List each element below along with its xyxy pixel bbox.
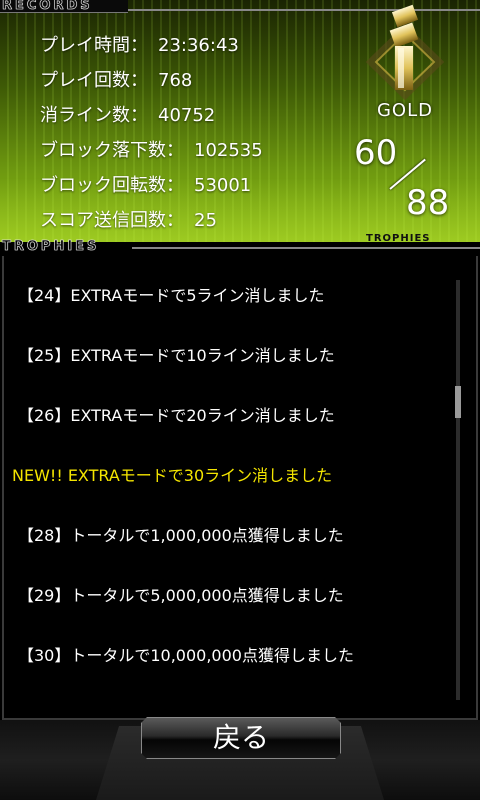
stat-play-count: プレイ回数： 768	[40, 63, 263, 98]
stat-value: 23:36:43	[158, 35, 239, 56]
trophies-earned-count: 60	[354, 133, 398, 173]
trophy-item: 【25】EXTRAモードで10ライン消しました	[18, 346, 335, 365]
back-button[interactable]: 戻る	[141, 717, 341, 759]
records-section-title: RECORDS	[2, 0, 93, 13]
trophies-total-count: 88	[406, 183, 450, 223]
stat-score-submissions: スコア送信回数： 25	[40, 203, 263, 238]
records-tab: RECORDS	[0, 0, 128, 13]
trophy-item: 【29】トータルで5,000,000点獲得しました	[18, 586, 344, 605]
stat-label: 消ライン数：	[40, 105, 148, 126]
stat-value: 25	[194, 210, 217, 231]
trophy-list: 【24】EXTRAモードで5ライン消しました 【25】EXTRAモードで10ライ…	[4, 266, 454, 686]
trophy-item: 【30】トータルで10,000,000点獲得しました	[18, 646, 354, 665]
rank-label: GOLD	[376, 100, 433, 121]
stat-label: スコア送信回数：	[40, 210, 184, 231]
trophy-item: 【24】EXTRAモードで5ライン消しました	[18, 286, 325, 305]
stat-label: プレイ時間：	[40, 35, 148, 56]
scrollbar-track[interactable]	[456, 280, 460, 700]
stat-block-rotations: ブロック回転数： 53001	[40, 168, 263, 203]
scrollbar-thumb[interactable]	[455, 386, 461, 418]
trophies-section-title: TROPHIES	[2, 239, 100, 255]
stats-list: プレイ時間： 23:36:43 プレイ回数： 768 消ライン数： 40752 ブロッ…	[40, 28, 263, 238]
trophy-item: 【28】トータルで1,000,000点獲得しました	[18, 526, 344, 545]
trophies-header: TROPHIES	[0, 239, 480, 256]
trophy-item-new: NEW!! EXTRAモードで30ライン消しました	[12, 466, 333, 485]
stat-label: ブロック落下数：	[40, 140, 184, 161]
gold-rank-emblem-icon	[365, 4, 445, 100]
stat-blocks-dropped: ブロック落下数： 102535	[40, 133, 263, 168]
trophies-divider	[132, 247, 480, 249]
stat-value: 40752	[158, 105, 216, 126]
stat-value: 768	[158, 70, 193, 91]
stat-value: 53001	[194, 175, 252, 196]
stat-value: 102535	[194, 140, 263, 161]
trophy-list-panel[interactable]: 【24】EXTRAモードで5ライン消しました 【25】EXTRAモードで10ライ…	[2, 256, 478, 720]
stat-label: ブロック回転数：	[40, 175, 184, 196]
stat-play-time: プレイ時間： 23:36:43	[40, 28, 263, 63]
trophy-item: 【26】EXTRAモードで20ライン消しました	[18, 406, 335, 425]
stat-label: プレイ回数：	[40, 70, 148, 91]
stat-lines-cleared: 消ライン数： 40752	[40, 98, 263, 133]
